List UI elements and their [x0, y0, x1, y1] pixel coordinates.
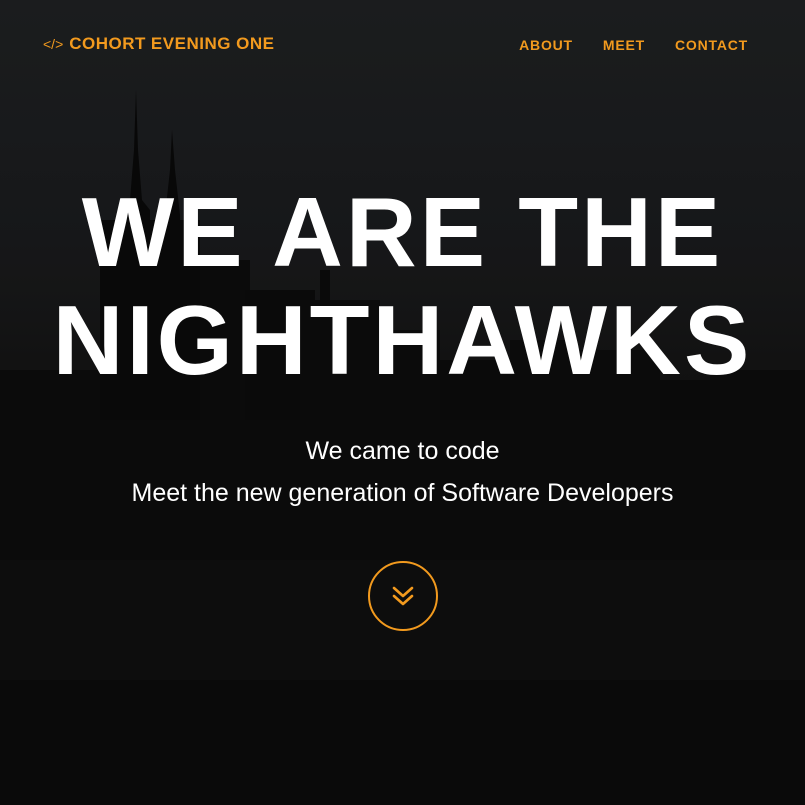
tagline-line-1: We came to code: [305, 437, 500, 465]
nav-item-meet[interactable]: MEET: [603, 37, 645, 53]
double-chevron-down-icon: [392, 586, 414, 606]
top-navbar: </> COHORT EVENING ONE ABOUT MEET CONTAC…: [0, 0, 805, 90]
brand-name-bold: EVENING ONE: [150, 34, 275, 53]
nav-item-about[interactable]: ABOUT: [519, 37, 573, 53]
brand-name-light: COHORT: [69, 34, 146, 53]
tagline-line-2: Meet the new generation of Software Deve…: [131, 479, 674, 507]
dark-overlay: [0, 0, 805, 805]
brand-logo[interactable]: </> COHORT EVENING ONE: [43, 34, 275, 54]
headline-line-1: WE ARE THE: [81, 177, 724, 287]
hero-headline: WE ARE THE NIGHTHAWKS: [0, 178, 805, 394]
nav-links: ABOUT MEET CONTACT: [519, 37, 748, 53]
hero-section: </> COHORT EVENING ONE ABOUT MEET CONTAC…: [0, 0, 805, 805]
code-icon: </>: [43, 36, 64, 52]
nav-item-contact[interactable]: CONTACT: [675, 37, 748, 53]
hero-tagline: We came to code Meet the new generation …: [0, 430, 805, 514]
headline-line-2: NIGHTHAWKS: [52, 285, 753, 395]
scroll-down-button[interactable]: [368, 561, 438, 631]
